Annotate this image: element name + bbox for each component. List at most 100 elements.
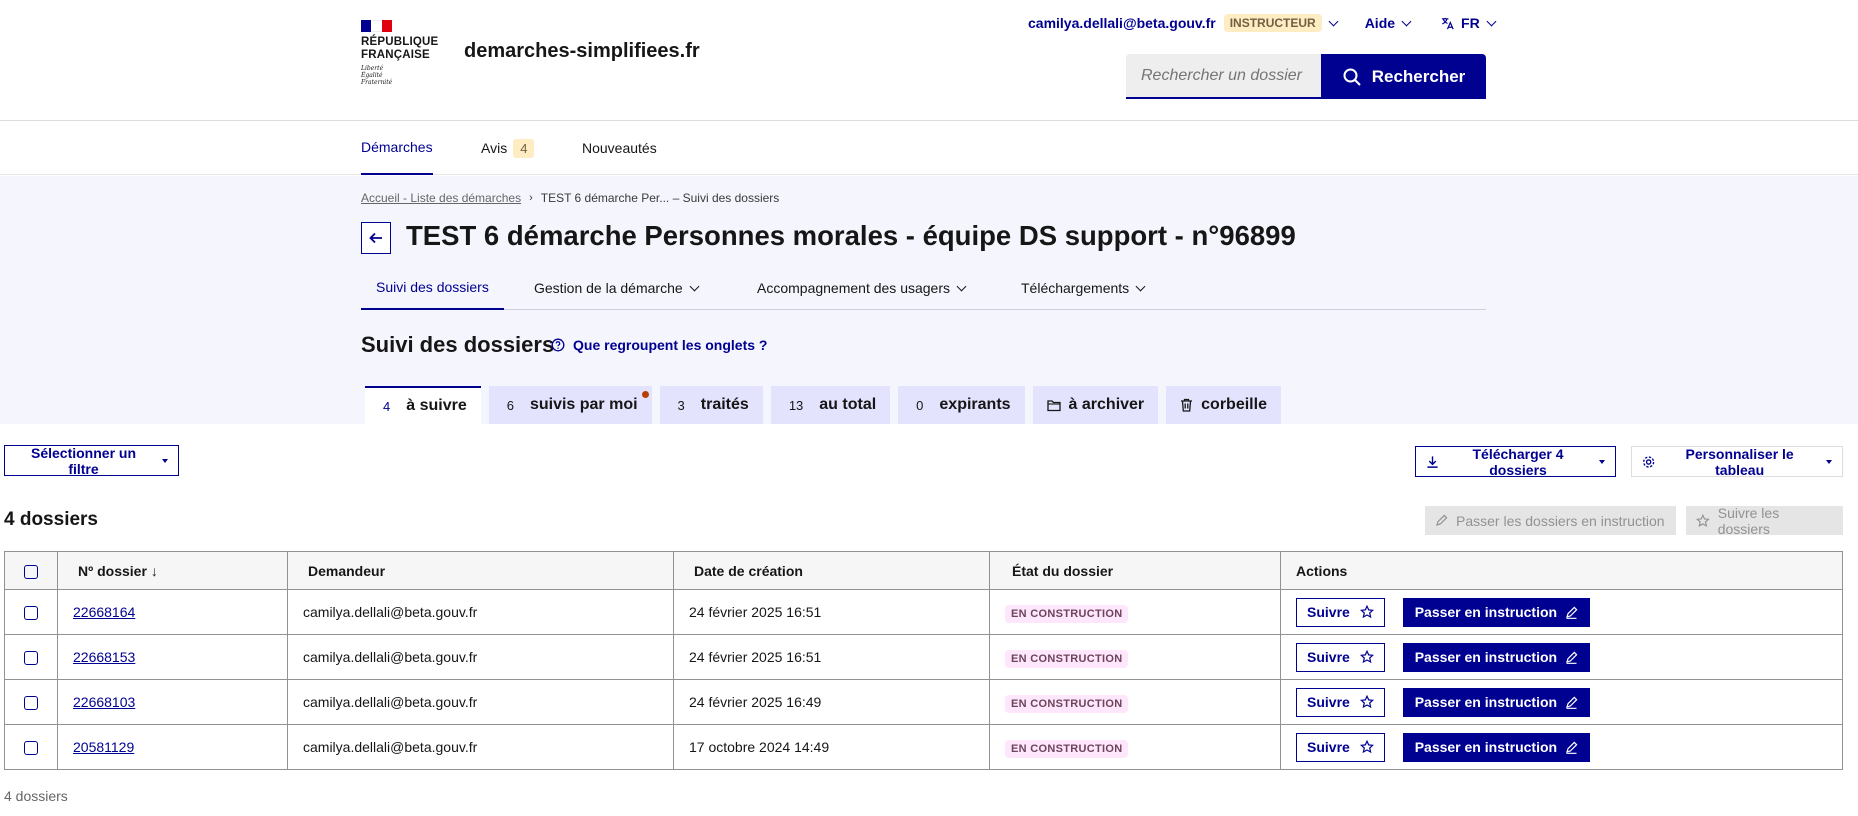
- star-icon: [1359, 740, 1374, 754]
- breadcrumb-home[interactable]: Accueil - Liste des démarches: [361, 191, 521, 205]
- follow-button[interactable]: Suivre: [1296, 597, 1385, 627]
- cell-actions: Suivre Passer en instruction: [1280, 679, 1843, 725]
- download-button[interactable]: Télécharger 4 dossiers: [1415, 446, 1616, 478]
- instruct-button[interactable]: Passer en instruction: [1402, 642, 1591, 672]
- avis-count-badge: 4: [513, 138, 535, 158]
- footer-dossiers-count: 4 dossiers: [4, 788, 68, 804]
- language-selector[interactable]: FR: [1440, 15, 1497, 31]
- cell-demandeur: camilya.dellali@beta.gouv.fr: [287, 724, 674, 770]
- tab-corbeille[interactable]: corbeille: [1166, 386, 1281, 424]
- help-menu[interactable]: Aide: [1365, 15, 1412, 31]
- pencil-icon: [1436, 514, 1448, 526]
- tab-traites[interactable]: 3 traités: [659, 386, 763, 424]
- table-header-row: Nº dossier ↓ Demandeur Date de création …: [4, 551, 1843, 590]
- chevron-down-icon[interactable]: [1328, 16, 1339, 26]
- row-checkbox[interactable]: [24, 696, 38, 711]
- col-numero[interactable]: Nº dossier ↓: [57, 551, 288, 590]
- filter-button[interactable]: Sélectionner un filtre: [4, 445, 179, 477]
- logo-line-1: RÉPUBLIQUE: [361, 36, 439, 48]
- devise: Liberté Égalité Fraternité: [361, 65, 393, 86]
- instruct-button[interactable]: Passer en instruction: [1402, 597, 1591, 627]
- star-icon: [1696, 513, 1710, 527]
- nav-demarches[interactable]: Démarches: [361, 121, 433, 175]
- nav-nouveautes[interactable]: Nouveautés: [582, 121, 657, 175]
- tab-au-total[interactable]: 13 au total: [770, 386, 891, 424]
- dossier-link[interactable]: 22668164: [73, 604, 135, 620]
- main-navigation: Démarches Avis 4 Nouveautés: [0, 121, 1858, 175]
- header-tools: camilya.dellali@beta.gouv.fr INSTRUCTEUR…: [1028, 12, 1497, 34]
- status-badge: EN CONSTRUCTION: [1005, 740, 1129, 758]
- logo-line-2: FRANÇAISE: [361, 49, 430, 61]
- tabs-help-link[interactable]: Que regroupent les onglets ?: [551, 337, 767, 353]
- table-row: 22668153 camilya.dellali@beta.gouv.fr 24…: [4, 634, 1843, 680]
- back-button[interactable]: [361, 222, 391, 254]
- cell-etat: EN CONSTRUCTION: [989, 589, 1281, 635]
- row-checkbox[interactable]: [24, 741, 38, 756]
- follow-button[interactable]: Suivre: [1296, 687, 1385, 717]
- dossiers-table: Nº dossier ↓ Demandeur Date de création …: [4, 551, 1843, 770]
- caret-down-icon: [1826, 459, 1832, 464]
- republique-francaise-logo[interactable]: RÉPUBLIQUE FRANÇAISE Liberté Égalité Fra…: [361, 20, 439, 86]
- col-date-creation[interactable]: Date de création: [673, 551, 990, 590]
- breadcrumb-current: TEST 6 démarche Per... – Suivi des dossi…: [540, 191, 780, 205]
- subtab-accompagnement[interactable]: Accompagnement des usagers: [757, 266, 967, 310]
- site-name[interactable]: demarches-simplifiees.fr: [464, 40, 700, 63]
- question-circle-icon: [551, 338, 565, 352]
- select-all-cell: [4, 551, 58, 590]
- dossier-link[interactable]: 22668153: [73, 649, 135, 665]
- star-icon: [1359, 695, 1374, 709]
- subtab-telechargements[interactable]: Téléchargements: [1021, 266, 1146, 310]
- dossier-link[interactable]: 20581129: [73, 739, 134, 755]
- dossier-link[interactable]: 22668103: [73, 694, 135, 710]
- tab-a-archiver[interactable]: à archiver: [1032, 386, 1159, 424]
- search-icon: [1343, 68, 1361, 86]
- cell-etat: EN CONSTRUCTION: [989, 634, 1281, 680]
- cell-actions: Suivre Passer en instruction: [1280, 589, 1843, 635]
- search-button[interactable]: Rechercher: [1321, 54, 1486, 99]
- tab-suivis-par-moi[interactable]: 6 suivis par moi: [488, 386, 652, 424]
- row-select-cell: [4, 679, 58, 725]
- notification-dot: [641, 391, 649, 398]
- instruct-button[interactable]: Passer en instruction: [1402, 732, 1591, 762]
- nav-avis[interactable]: Avis 4: [481, 121, 535, 175]
- cell-etat: EN CONSTRUCTION: [989, 724, 1281, 770]
- cell-date: 24 février 2025 16:49: [673, 679, 990, 725]
- page-title: TEST 6 démarche Personnes morales - équi…: [406, 220, 1296, 251]
- row-checkbox[interactable]: [24, 606, 38, 621]
- tab-a-suivre[interactable]: 4à suivre: [365, 386, 481, 424]
- follow-button[interactable]: Suivre: [1296, 642, 1385, 672]
- col-demandeur[interactable]: Demandeur: [287, 551, 674, 590]
- col-etat[interactable]: État du dossier: [989, 551, 1281, 590]
- tab-expirants[interactable]: 0 expirants: [898, 386, 1025, 424]
- cell-numero: 20581129: [57, 724, 288, 770]
- user-email[interactable]: camilya.dellali@beta.gouv.fr: [1028, 15, 1216, 31]
- follow-button[interactable]: Suivre: [1296, 732, 1385, 762]
- bulk-instruction-button[interactable]: Passer les dossiers en instruction: [1425, 506, 1676, 535]
- pencil-icon: [1566, 606, 1578, 619]
- cell-actions: Suivre Passer en instruction: [1280, 724, 1843, 770]
- select-all-checkbox[interactable]: [24, 564, 38, 579]
- section-title: Suivi des dossiers: [361, 332, 555, 357]
- cell-numero: 22668103: [57, 679, 288, 725]
- instruct-button[interactable]: Passer en instruction: [1402, 687, 1591, 717]
- caret-down-icon: [162, 458, 168, 463]
- status-badge: EN CONSTRUCTION: [1005, 695, 1129, 713]
- table-row: 22668103 camilya.dellali@beta.gouv.fr 24…: [4, 679, 1843, 725]
- download-icon: [1427, 455, 1438, 468]
- pencil-icon: [1566, 741, 1578, 754]
- row-checkbox[interactable]: [24, 651, 38, 666]
- pencil-icon: [1566, 696, 1578, 709]
- subtab-suivi[interactable]: Suivi des dossiers: [361, 266, 504, 310]
- cell-date: 24 février 2025 16:51: [673, 634, 990, 680]
- pencil-icon: [1566, 651, 1578, 664]
- cell-numero: 22668164: [57, 589, 288, 635]
- subtab-gestion[interactable]: Gestion de la démarche: [534, 266, 700, 310]
- bulk-follow-button[interactable]: Suivre les dossiers: [1686, 505, 1843, 537]
- translate-icon: [1441, 17, 1454, 29]
- table-row: 22668164 camilya.dellali@beta.gouv.fr 24…: [4, 589, 1843, 635]
- chevron-down-icon: [1486, 16, 1497, 26]
- cell-demandeur: camilya.dellali@beta.gouv.fr: [287, 679, 674, 725]
- customize-table-button[interactable]: Personnaliser le tableau: [1631, 446, 1843, 478]
- cell-demandeur: camilya.dellali@beta.gouv.fr: [287, 589, 674, 635]
- search-input[interactable]: [1126, 54, 1321, 99]
